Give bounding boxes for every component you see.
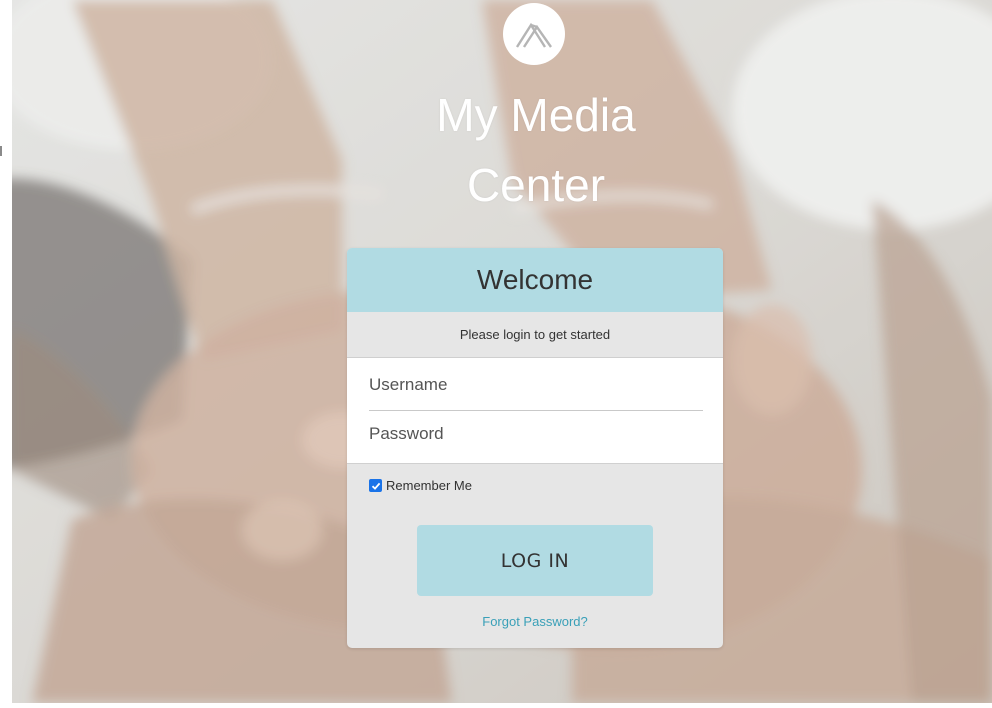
remember-me-row[interactable]: Remember Me: [347, 464, 723, 494]
password-input[interactable]: [369, 411, 703, 457]
login-button[interactable]: LOG IN: [417, 525, 653, 596]
login-subtitle: Please login to get started: [347, 312, 723, 358]
forgot-password-link[interactable]: Forgot Password?: [347, 614, 723, 629]
bottom-page-edge: [0, 703, 992, 708]
username-input[interactable]: [369, 358, 703, 411]
checkmark-icon: [371, 482, 380, 490]
app-title: My Media Center: [396, 80, 676, 220]
mountain-logo-icon: [503, 3, 565, 65]
remember-me-checkbox[interactable]: [369, 479, 382, 492]
login-page: My Media Center Welcome Please login to …: [0, 0, 992, 708]
remember-me-label: Remember Me: [386, 478, 472, 493]
credentials-fields: [347, 358, 723, 464]
left-page-edge: [0, 0, 12, 708]
login-card: Welcome Please login to get started Reme…: [347, 248, 723, 648]
edge-tick: [0, 146, 2, 156]
login-card-header: Welcome: [347, 248, 723, 312]
app-title-line-1: My Media: [436, 89, 636, 141]
app-title-line-2: Center: [466, 159, 606, 211]
